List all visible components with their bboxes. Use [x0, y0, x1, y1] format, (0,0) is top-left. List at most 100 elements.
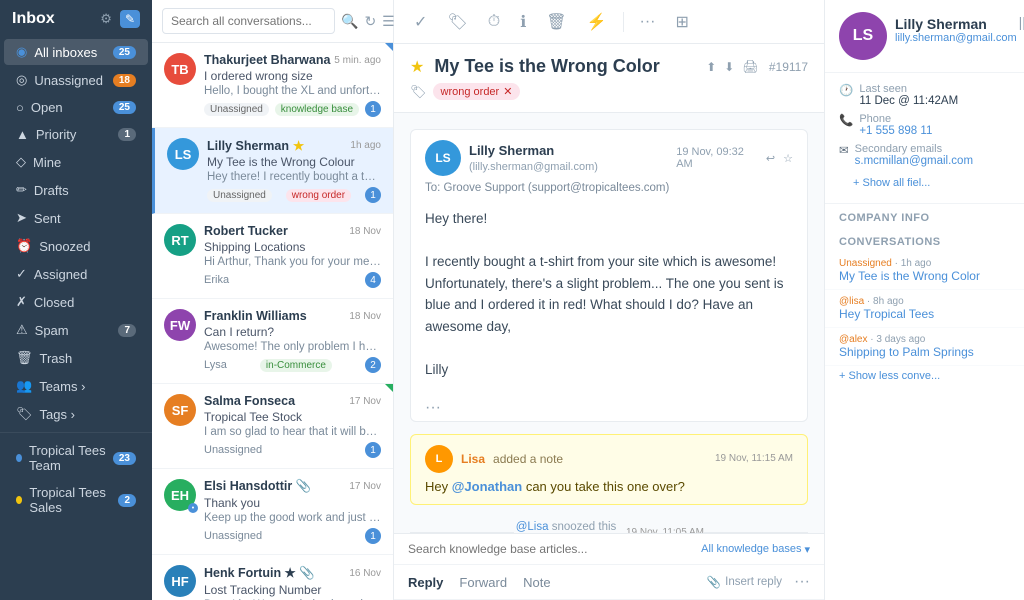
all-inboxes-icon: ◉ — [16, 44, 27, 60]
sidebar-item-sent[interactable]: ➤ Sent — [4, 205, 148, 231]
sidebar-header-icons: ⚙ ✎ — [100, 10, 140, 28]
search-icon[interactable]: 🔍 — [341, 13, 358, 30]
list-item[interactable]: LS Lilly Sherman ★ 1h ago My Tee is the … — [152, 128, 393, 214]
kb-dropdown-label: All knowledge bases — [701, 543, 801, 555]
merge-icon[interactable]: ⚡ — [583, 8, 611, 36]
reply-more-button[interactable]: ··· — [794, 573, 810, 591]
list-item[interactable]: HF Henk Fortuin ★ 📎 16 Nov Lost Tracking… — [152, 555, 393, 600]
list-item[interactable]: TB Thakurjeet Bharwana 5 min. ago I orde… — [152, 43, 393, 128]
conv-time: 18 Nov — [349, 311, 381, 322]
sent-icon: ➤ — [16, 210, 27, 226]
note-time: 19 Nov, 11:15 AM — [715, 453, 793, 464]
sort-up-icon[interactable]: ⬆ — [706, 60, 716, 74]
messages-area: LS Lilly Sherman (lilly.sherman@gmail.co… — [394, 113, 824, 533]
sidebar-item-drafts[interactable]: ✏ Drafts — [4, 177, 148, 203]
phone-label: Phone — [859, 113, 932, 125]
conversation-tag-pill[interactable]: wrong order ✕ — [433, 83, 521, 100]
sidebar-item-assigned[interactable]: ✓ Assigned — [4, 261, 148, 287]
conv-preview: I am so glad to hear that it will be ba.… — [204, 426, 381, 438]
conv-time: 17 Nov — [349, 481, 381, 492]
delete-icon[interactable]: 🗑 — [542, 8, 570, 36]
print-icon[interactable]: 🖨 — [742, 59, 759, 75]
sidebar-item-trash[interactable]: 🗑 Trash — [4, 345, 148, 371]
sidebar-item-priority[interactable]: ▲ Priority 1 — [4, 122, 148, 147]
show-less-conversations-link[interactable]: + Show less conve... — [825, 366, 1024, 386]
star-icon[interactable]: ★ — [410, 57, 424, 77]
phone-value[interactable]: +1 555 898 11 — [859, 125, 932, 137]
note-body: Hey @Jonathan can you take this one over… — [425, 479, 793, 494]
sidebar-item-snoozed-label: Snoozed — [39, 239, 90, 254]
reply-icon[interactable]: ↩ — [766, 152, 775, 165]
compose-icon[interactable]: ✎ — [120, 10, 140, 28]
kb-dropdown[interactable]: All knowledge bases ▾ — [701, 543, 810, 556]
sidebar-item-tropical-tees-sales[interactable]: Tropical Tees Sales 2 — [4, 480, 148, 520]
secondary-email-value[interactable]: s.mcmillan@gmail.com — [855, 155, 973, 167]
search-input[interactable] — [162, 8, 335, 34]
sidebar-item-snoozed[interactable]: ⏰ Snoozed — [4, 233, 148, 259]
widget-icon[interactable]: ⊞ — [672, 8, 693, 36]
list-item[interactable]: EH • Elsi Hansdottir 📎 17 Nov Thank you … — [152, 469, 393, 555]
sidebar-item-closed[interactable]: ✗ Closed — [4, 289, 148, 315]
sort-icon[interactable]: ☰ — [382, 13, 395, 30]
tag-remove-icon[interactable]: ✕ — [503, 85, 512, 98]
avatar: RT — [164, 224, 196, 256]
sidebar-item-tropical-tees-team-label: Tropical Tees Team — [29, 443, 113, 473]
sidebar-item-open[interactable]: ○ Open 25 — [4, 95, 148, 120]
kb-search-input[interactable] — [408, 542, 701, 556]
sidebar-item-tropical-tees-team[interactable]: Tropical Tees Team 23 — [4, 438, 148, 478]
info-icon[interactable]: ℹ — [516, 8, 530, 36]
avatar: FW — [164, 309, 196, 341]
search-bar: 🔍 ↻ ☰ — [152, 0, 393, 43]
conversations-panel-item[interactable]: @lisa · 8h ago Hey Tropical Tees — [825, 290, 1024, 328]
label-icon: 🏷 — [410, 84, 427, 100]
conv-unread-count: 4 — [365, 272, 381, 288]
right-panel-toggle[interactable]: ||| — [1017, 12, 1024, 32]
conv-tag-ecommerce: in-Commerce — [260, 359, 332, 372]
more-icon[interactable]: ··· — [636, 9, 660, 35]
sidebar-item-unassigned[interactable]: ◎ Unassigned 18 — [4, 67, 148, 93]
show-all-fields-link[interactable]: + Show all fiel... — [839, 173, 1010, 193]
tab-reply[interactable]: Reply — [408, 575, 443, 590]
tab-forward[interactable]: Forward — [459, 575, 507, 590]
conv-preview: Keep up the good work and just let... — [204, 512, 381, 524]
timer-icon[interactable]: ⏱ — [484, 9, 504, 35]
sidebar-item-tags[interactable]: 🏷 Tags › — [4, 401, 148, 427]
all-inboxes-badge: 25 — [113, 46, 136, 59]
avatar: HF — [164, 565, 196, 597]
conv-sender-name: Lilly Sherman ★ — [207, 138, 304, 153]
sidebar-item-mine[interactable]: ◇ Mine — [4, 149, 148, 175]
conv-panel-meta: Unassigned · 1h ago — [839, 258, 1010, 269]
conv-panel-meta: @lisa · 8h ago — [839, 296, 1010, 307]
sidebar-item-all-inboxes[interactable]: ◉ All inboxes 25 — [4, 39, 148, 65]
list-item[interactable]: SF Salma Fonseca 17 Nov Tropical Tee Sto… — [152, 384, 393, 469]
conv-panel-title[interactable]: My Tee is the Wrong Color — [839, 269, 1010, 283]
insert-reply-button[interactable]: 📎 Insert reply — [707, 575, 782, 589]
contact-email[interactable]: lilly.sherman@gmail.com — [895, 32, 1017, 44]
info-row-secondary-email: ✉ Secondary emails s.mcmillan@gmail.com — [839, 143, 1010, 167]
conv-panel-title[interactable]: Hey Tropical Tees — [839, 307, 1010, 321]
sort-down-icon[interactable]: ⬇ — [724, 60, 734, 74]
conv-preview: Awesome! The only problem I have i... — [204, 341, 381, 353]
sidebar-item-drafts-label: Drafts — [34, 183, 69, 198]
tag-icon[interactable]: 🏷 — [443, 8, 471, 36]
open-badge: 25 — [113, 101, 136, 114]
conv-panel-title[interactable]: Shipping to Palm Springs — [839, 345, 1010, 359]
settings-icon[interactable]: ⚙ — [100, 11, 112, 27]
conv-sender-name: Elsi Hansdottir 📎 — [204, 479, 311, 494]
sidebar-item-teams[interactable]: 👥 Teams › — [4, 373, 148, 399]
conversations-panel-item[interactable]: @alex · 3 days ago Shipping to Palm Spri… — [825, 328, 1024, 366]
conversations-panel-item[interactable]: Unassigned · 1h ago My Tee is the Wrong … — [825, 252, 1024, 290]
conv-tag-wrong-order: wrong order — [286, 189, 351, 202]
note-card: L Lisa added a note 19 Nov, 11:15 AM Hey… — [410, 434, 808, 505]
list-item[interactable]: RT Robert Tucker 18 Nov Shipping Locatio… — [152, 214, 393, 299]
check-icon[interactable]: ✓ — [410, 8, 431, 36]
refresh-icon[interactable]: ↻ — [364, 13, 376, 30]
conv-time: 5 min. ago — [334, 55, 381, 66]
conv-sender-name: Franklin Williams — [204, 309, 307, 323]
tropical-tees-team-dot — [16, 454, 22, 462]
tab-note[interactable]: Note — [523, 575, 550, 590]
star-message-icon[interactable]: ☆ — [783, 152, 793, 165]
sidebar-item-spam[interactable]: ⚠ Spam 7 — [4, 317, 148, 343]
list-item[interactable]: FW Franklin Williams 18 Nov Can I return… — [152, 299, 393, 384]
message-ellipsis[interactable]: ··· — [411, 395, 807, 421]
